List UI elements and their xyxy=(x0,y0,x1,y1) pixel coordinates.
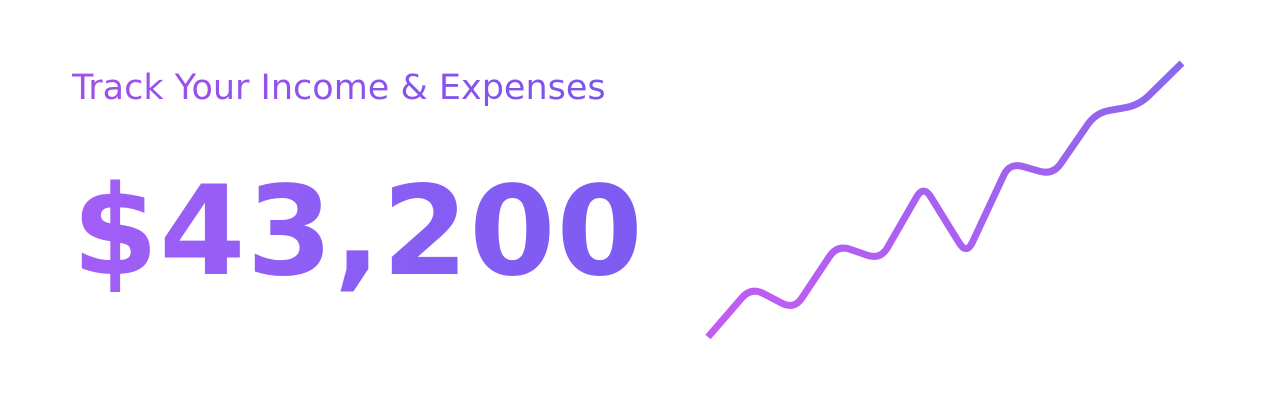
balance-amount: $43,200 xyxy=(72,160,644,304)
trend-line xyxy=(705,60,1185,340)
trend-line-icon xyxy=(705,60,1185,340)
income-summary-card: Track Your Income & Expenses $43,200 xyxy=(0,0,1286,418)
page-title: Track Your Income & Expenses xyxy=(72,62,606,114)
